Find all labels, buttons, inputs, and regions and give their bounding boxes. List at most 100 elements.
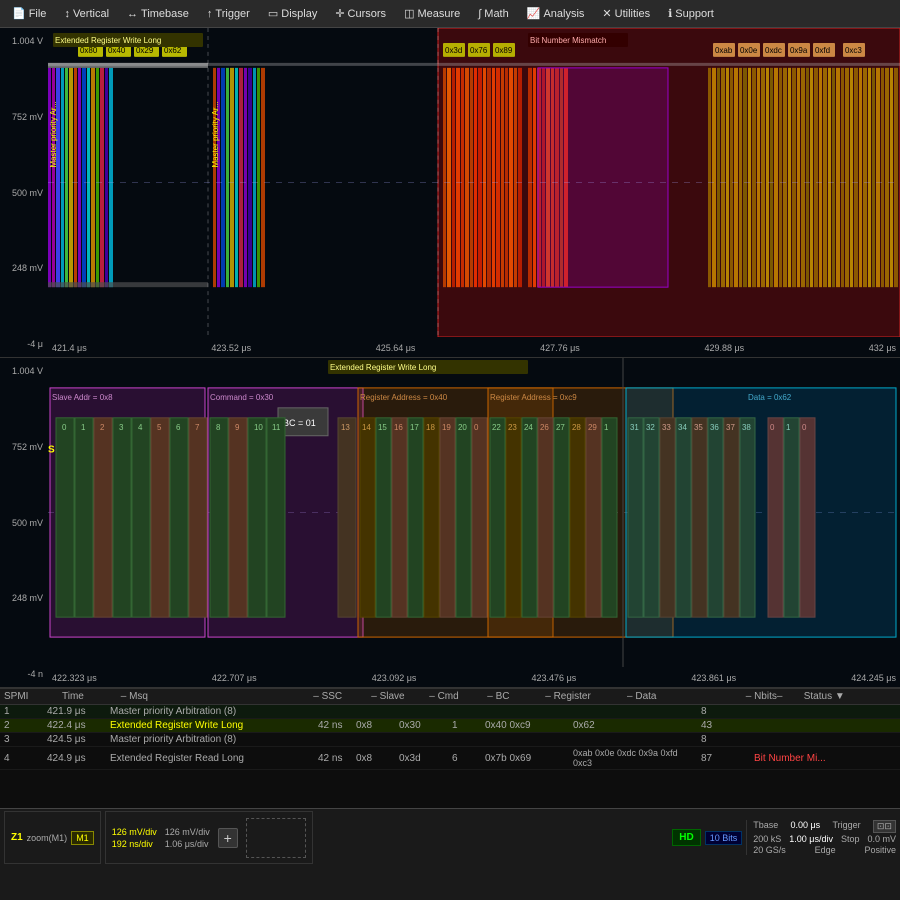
tbase-section: Tbase 0.00 μs Trigger ⊡⊡ 200 kS 1.00 μs/… [746,820,896,855]
col-nbits: – Nbits– [746,691,796,702]
col-cmd: – Cmd [429,691,479,702]
svg-text:32: 32 [646,423,655,432]
svg-text:0x3d: 0x3d [445,46,462,55]
hd-badge: HD [672,829,700,846]
bx-label-4: 423.861 μs [691,673,736,683]
bx-label-1: 422.707 μs [212,673,257,683]
table-row[interactable]: 2 422.4 μs Extended Register Write Long … [0,719,900,733]
file-icon: 📄 [12,7,26,20]
table-row[interactable]: 1 421.9 μs Master priority Arbitration (… [0,705,900,719]
scope-area: 1.004 V 752 mV 500 mV 248 mV -4 μ [0,28,900,808]
menu-bar: 📄 File ↕ Vertical ↔ Timebase ↑ Trigger ▭… [0,0,900,28]
svg-text:15: 15 [378,423,387,432]
svg-text:26: 26 [540,423,549,432]
svg-text:19: 19 [442,423,451,432]
top-waveform-svg: 0x80 0x40 0x29 0x62 [48,28,900,337]
svg-text:Command = 0x30: Command = 0x30 [210,393,274,402]
svg-text:0x76: 0x76 [470,46,488,55]
col-bc: – BC [487,691,537,702]
y-label-4: 248 mV [2,263,46,273]
trigger-label: Trigger [832,820,860,833]
menu-file[interactable]: 📄 File [4,4,54,23]
svg-text:13: 13 [341,423,350,432]
timebase-icon: ↔ [127,8,138,20]
ch-scale-section: 126 mV/div 192 ns/div 126 mV/div 1.06 μs… [105,811,313,864]
tbase-label: Tbase [753,820,778,833]
svg-text:Extended Register Write Long: Extended Register Write Long [55,36,161,45]
col-ssc: – SSC [313,691,363,702]
samples-label: 200 kS [753,834,781,844]
menu-math[interactable]: ∫ Math [470,5,516,23]
svg-text:35: 35 [694,423,703,432]
svg-text:S: S [48,445,55,456]
top-x-axis: 421.4 μs 423.52 μs 425.64 μs 427.76 μs 4… [48,339,900,357]
math-icon: ∫ [478,8,481,20]
svg-text:7: 7 [195,423,200,432]
bottom-waveform-svg: Extended Register Write Long Slave Addr … [48,358,900,667]
svg-text:1: 1 [81,423,86,432]
svg-text:1: 1 [604,423,609,432]
svg-text:Slave Addr = 0x8: Slave Addr = 0x8 [52,393,113,402]
bx-label-2: 423.092 μs [372,673,417,683]
right-status: HD 10 Bits Tbase 0.00 μs Trigger ⊡⊡ 200 … [672,811,896,864]
col-msq: – Msq [121,691,306,702]
time-offset: 1.06 μs/div [165,839,210,849]
bx-label-0: 422.323 μs [52,673,97,683]
menu-analysis[interactable]: 📈 Analysis [519,4,593,23]
add-channel-button[interactable]: + [218,828,238,848]
table-row[interactable]: 4 424.9 μs Extended Register Read Long 4… [0,747,900,770]
col-register: – Register [545,691,619,702]
x-label-2: 425.64 μs [376,343,416,353]
menu-timebase[interactable]: ↔ Timebase [119,5,197,23]
bits-badge: 10 Bits [705,831,743,845]
bottom-y-axis: 1.004 V 752 mV 500 mV 248 mV -4 n [0,358,48,687]
y-label-3: 500 mV [2,188,46,198]
svg-text:0xc3: 0xc3 [845,46,862,55]
svg-text:Master priority Ar...: Master priority Ar... [211,101,220,167]
table-header-row: SPMI Time – Msq – SSC – Slave – Cmd – BC… [0,689,900,705]
cursors-icon: ✛ [335,7,344,20]
support-icon: ℹ [668,7,672,20]
svg-text:0: 0 [802,423,807,432]
svg-text:0: 0 [62,423,67,432]
menu-vertical[interactable]: ↕ Vertical [56,5,117,23]
svg-text:3: 3 [119,423,124,432]
top-waveform-panel: 1.004 V 752 mV 500 mV 248 mV -4 μ [0,28,900,358]
svg-text:0xdc: 0xdc [765,46,782,55]
svg-text:18: 18 [426,423,435,432]
bottom-x-axis: 422.323 μs 422.707 μs 423.092 μs 423.476… [48,669,900,687]
menu-measure[interactable]: ◫ Measure [396,4,468,23]
by-label-5: -4 n [2,669,46,679]
analysis-icon: 📈 [527,7,541,20]
by-label-4: 248 mV [2,593,46,603]
svg-text:0xab: 0xab [715,46,733,55]
menu-utilities[interactable]: ✕ Utilities [594,4,658,23]
y-label-2: 752 mV [2,112,46,122]
menu-display[interactable]: ▭ Display [260,4,325,23]
tbase-div-value: 1.00 μs/div [789,834,833,844]
svg-text:6: 6 [176,423,181,432]
table-row[interactable]: 3 424.5 μs Master priority Arbitration (… [0,733,900,747]
svg-text:2: 2 [100,423,105,432]
col-slave: – Slave [371,691,421,702]
svg-text:Extended Register Write Long: Extended Register Write Long [330,363,436,372]
menu-cursors[interactable]: ✛ Cursors [327,4,394,23]
x-label-1: 423.52 μs [211,343,251,353]
svg-text:1: 1 [786,423,791,432]
svg-text:0x0e: 0x0e [740,46,758,55]
svg-text:29: 29 [588,423,597,432]
col-status: Status ▼ [804,691,896,702]
svg-text:36: 36 [710,423,719,432]
svg-text:17: 17 [410,423,419,432]
svg-text:0: 0 [474,423,479,432]
svg-text:Register Address = 0xc9: Register Address = 0xc9 [490,393,577,402]
z1-section: Z1 zoom(M1) M1 [4,811,101,864]
trigger-coupling-label: Positive [864,845,896,855]
trigger-mode-label: Stop [841,834,860,844]
menu-trigger[interactable]: ↑ Trigger [199,5,258,23]
x-label-5: 432 μs [869,343,896,353]
by-label-3: 500 mV [2,518,46,528]
ch1-offset: 126 mV/div [165,827,210,837]
menu-support[interactable]: ℹ Support [660,4,722,23]
y-label-1: 1.004 V [2,36,46,46]
